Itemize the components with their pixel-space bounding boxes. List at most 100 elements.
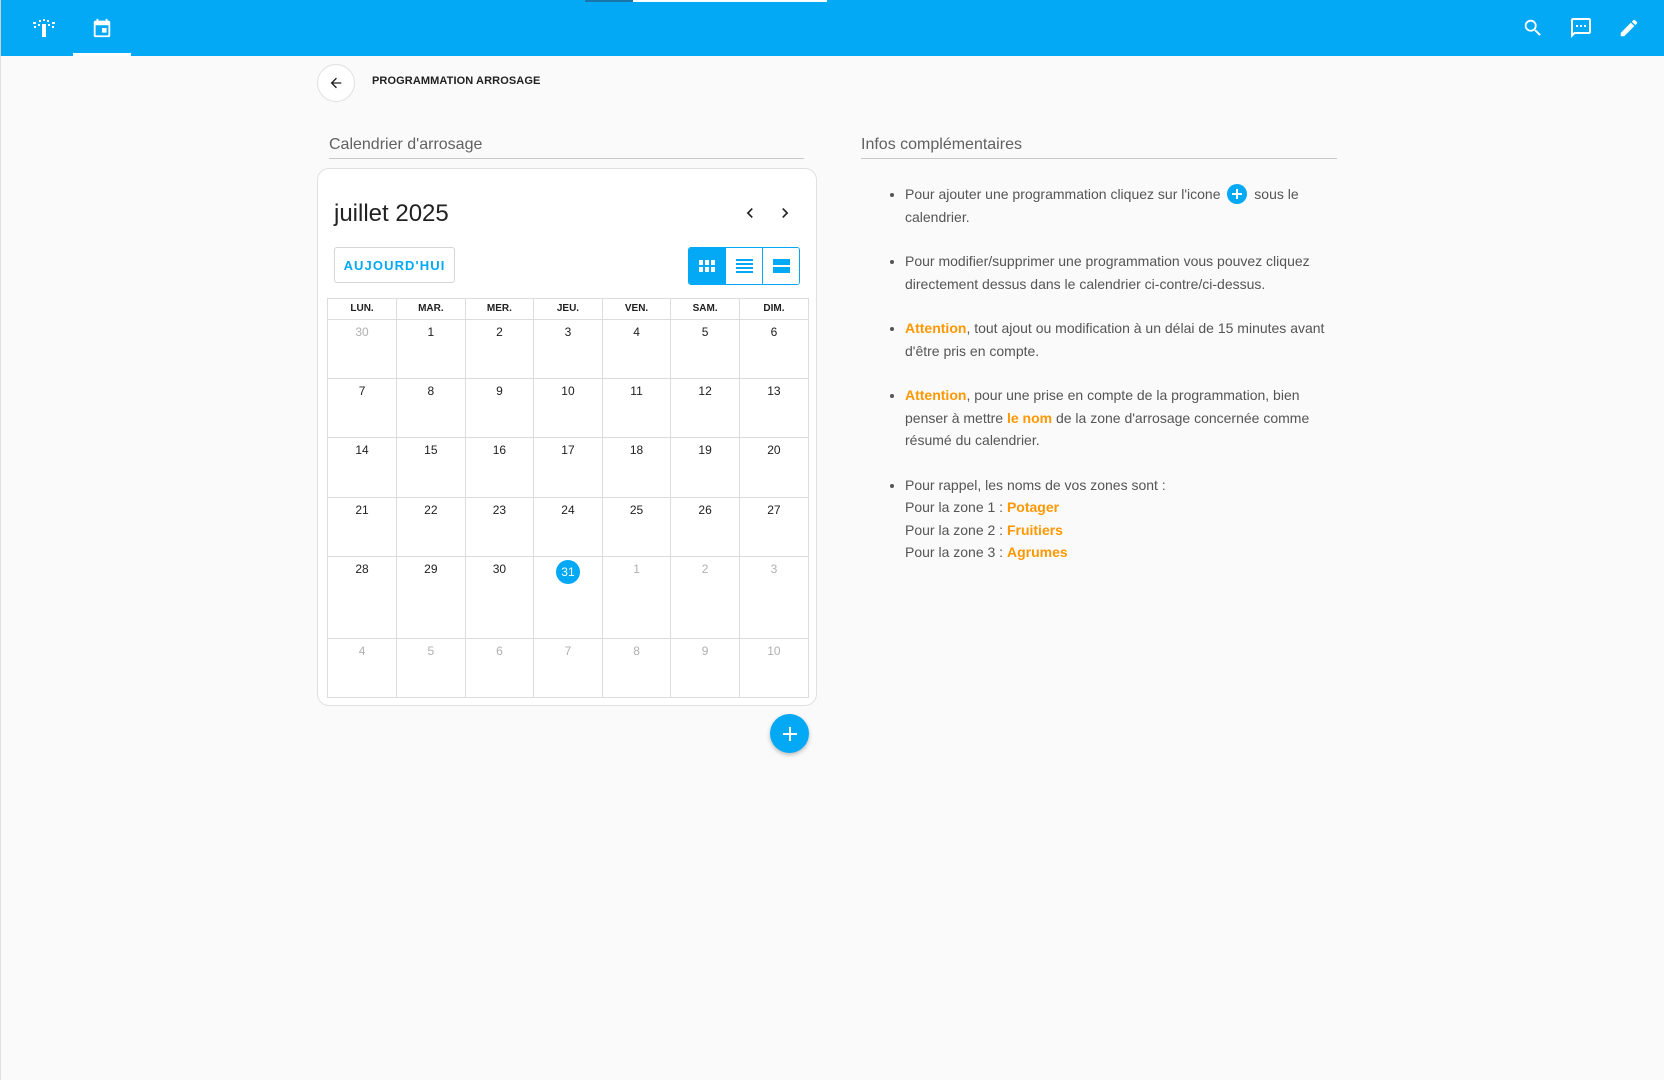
day-cell[interactable]: 7 bbox=[533, 638, 603, 697]
weekday-header: JEU. bbox=[533, 299, 603, 320]
day-cell[interactable]: 12 bbox=[670, 378, 740, 439]
zone-name: Potager bbox=[1006, 499, 1060, 515]
plus-icon bbox=[782, 726, 797, 741]
day-cell[interactable]: 5 bbox=[396, 638, 466, 697]
day-cell[interactable]: 23 bbox=[465, 497, 535, 558]
day-cell[interactable]: 15 bbox=[396, 437, 466, 498]
day-cell[interactable]: 13 bbox=[739, 378, 808, 439]
left-edge bbox=[0, 56, 1, 1080]
day-number: 2 bbox=[701, 562, 709, 577]
day-cell[interactable]: 6 bbox=[465, 638, 535, 697]
week-row: 30 1 2 3 4 5 6 bbox=[328, 319, 808, 379]
next-month-button[interactable] bbox=[771, 199, 799, 227]
day-cell[interactable]: 4 bbox=[602, 319, 672, 379]
day-cell[interactable]: 24 bbox=[533, 497, 603, 558]
day-cell[interactable]: 14 bbox=[328, 437, 398, 498]
day-cell[interactable]: 25 bbox=[602, 497, 672, 558]
day-number: 7 bbox=[358, 383, 366, 398]
day-cell[interactable]: 2 bbox=[465, 319, 535, 379]
weekday-header: DIM. bbox=[739, 299, 808, 320]
day-number: 26 bbox=[698, 502, 712, 517]
day-cell[interactable]: 19 bbox=[670, 437, 740, 498]
day-view-button[interactable] bbox=[762, 248, 799, 284]
day-cell[interactable]: 2 bbox=[670, 556, 740, 640]
day-cell[interactable]: 9 bbox=[670, 638, 740, 697]
day-number: 3 bbox=[564, 324, 572, 339]
day-cell[interactable]: 30 bbox=[328, 319, 398, 379]
info-list: Pour ajouter une programmation cliquez s… bbox=[889, 183, 1329, 564]
day-cell[interactable]: 17 bbox=[533, 437, 603, 498]
day-number: 5 bbox=[427, 644, 435, 659]
day-cell[interactable]: 10 bbox=[533, 378, 603, 439]
page-title: PROGRAMMATION ARROSAGE bbox=[372, 75, 541, 87]
day-cell[interactable]: 5 bbox=[670, 319, 740, 379]
day-cell[interactable]: 8 bbox=[396, 378, 466, 439]
chevron-right-icon bbox=[782, 208, 789, 218]
assist-button[interactable] bbox=[1561, 8, 1601, 48]
weekday-header: VEN. bbox=[602, 299, 672, 320]
list-view-button[interactable] bbox=[725, 248, 762, 284]
sprinkler-icon bbox=[33, 19, 55, 37]
day-cell[interactable]: 10 bbox=[739, 639, 808, 697]
day-cell[interactable]: 27 bbox=[739, 497, 808, 558]
zone-name: Fruitiers bbox=[1006, 521, 1063, 538]
week-row: 21 22 23 24 25 26 27 bbox=[328, 497, 808, 558]
day-cell[interactable]: 3 bbox=[739, 556, 808, 640]
day-cell[interactable]: 11 bbox=[602, 378, 672, 439]
day-number: 15 bbox=[424, 443, 438, 458]
day-cell[interactable]: 28 bbox=[328, 556, 398, 640]
day-number: 19 bbox=[698, 443, 712, 458]
list-item: Pour ajouter une programmation cliquez s… bbox=[905, 183, 1329, 228]
day-cell[interactable]: 3 bbox=[533, 319, 603, 379]
day-number: 11 bbox=[630, 383, 643, 398]
day-cell[interactable]: 30 bbox=[465, 556, 535, 640]
weekday-header: MER. bbox=[465, 299, 535, 320]
list-view-icon bbox=[735, 259, 753, 273]
day-number: 17 bbox=[561, 443, 575, 458]
day-cell[interactable]: 1 bbox=[396, 319, 466, 379]
tab-sprinkler[interactable] bbox=[15, 0, 73, 56]
tab-calendar[interactable] bbox=[73, 0, 131, 56]
day-cell[interactable]: 1 bbox=[602, 556, 672, 640]
day-cell[interactable]: 7 bbox=[328, 378, 398, 439]
day-number: 2 bbox=[496, 324, 503, 339]
app-toolbar bbox=[0, 0, 1664, 56]
day-cell[interactable]: 18 bbox=[602, 437, 672, 498]
today-button[interactable]: AUJOURD'HUI bbox=[334, 247, 455, 283]
previous-month-button[interactable] bbox=[736, 199, 764, 227]
day-cell[interactable]: 9 bbox=[465, 378, 535, 439]
day-cell[interactable]: 26 bbox=[670, 497, 740, 558]
day-cell[interactable]: 20 bbox=[739, 437, 808, 498]
month-label: juillet 2025 bbox=[334, 200, 449, 227]
day-cell[interactable]: 6 bbox=[739, 319, 808, 379]
list-item: Attention, tout ajout ou modification à … bbox=[905, 317, 1329, 362]
day-number: 14 bbox=[355, 443, 369, 458]
list-item: Pour modifier/supprimer une programmatio… bbox=[905, 250, 1329, 295]
back-button[interactable] bbox=[317, 64, 355, 102]
add-event-button[interactable] bbox=[770, 714, 809, 753]
day-number: 16 bbox=[492, 443, 507, 458]
day-number: 12 bbox=[698, 383, 712, 398]
info-section-title: Infos complémentaires bbox=[861, 136, 1337, 159]
day-number: 8 bbox=[427, 383, 435, 398]
day-cell[interactable]: 16 bbox=[465, 437, 535, 498]
week-row: 14 15 16 17 18 19 20 bbox=[328, 437, 808, 498]
day-cell[interactable]: 21 bbox=[328, 497, 398, 558]
list-item: Attention, pour une prise en compte de l… bbox=[905, 384, 1329, 452]
search-button[interactable] bbox=[1513, 8, 1553, 48]
day-cell[interactable]: 4 bbox=[328, 638, 398, 697]
view-switcher bbox=[688, 247, 800, 285]
edit-dashboard-button[interactable] bbox=[1609, 8, 1649, 48]
day-cell[interactable]: 29 bbox=[396, 556, 466, 640]
weekday-header: MAR. bbox=[396, 299, 466, 320]
day-cell[interactable]: 8 bbox=[602, 638, 672, 697]
month-view-button[interactable] bbox=[689, 248, 725, 284]
day-number: 1 bbox=[427, 324, 435, 339]
day-number: 3 bbox=[770, 562, 778, 577]
day-number: 18 bbox=[629, 443, 644, 458]
day-cell[interactable]: 22 bbox=[396, 497, 466, 558]
calendar-section-title: Calendrier d'arrosage bbox=[329, 136, 804, 159]
arrow-left-icon bbox=[330, 77, 342, 89]
day-cell[interactable]: 31 bbox=[533, 556, 603, 640]
week-row: 7 8 9 10 11 12 13 bbox=[328, 378, 808, 439]
